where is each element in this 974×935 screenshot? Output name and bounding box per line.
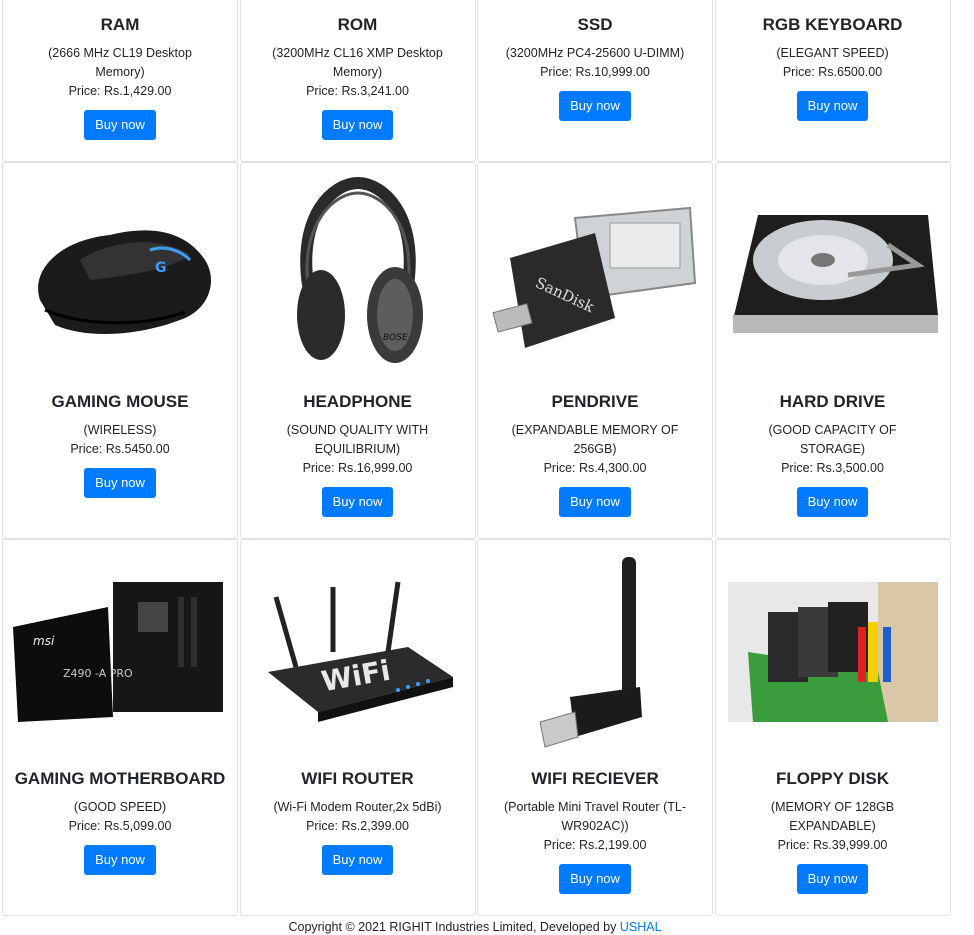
- product-card-gaming-mouse: G GAMING MOUSE (WIRELESS) Price: Rs.5450…: [2, 162, 238, 539]
- mouse-logo: G: [155, 260, 167, 276]
- product-price: Price: Rs.6500.00: [782, 65, 883, 79]
- product-row: RAM (2666 MHz CL19 Desktop Memory) Price…: [2, 0, 952, 162]
- product-card-gaming-motherboard: msi Z490 -A PRO GAMING MOTHERBOARD (GOOD…: [2, 539, 238, 916]
- headphone-image: BOSE: [241, 165, 475, 385]
- product-title: PENDRIVE: [551, 392, 639, 411]
- product-title: HARD DRIVE: [779, 392, 886, 411]
- product-price: Price: Rs.2,199.00: [543, 838, 647, 852]
- footer: Copyright © 2021 RIGHIT Industries Limit…: [0, 919, 950, 935]
- product-price: Price: Rs.39,999.00: [777, 838, 888, 852]
- product-title: RAM: [100, 15, 140, 34]
- product-price: Price: Rs.3,241.00: [306, 84, 409, 98]
- buy-now-button[interactable]: Buy now: [84, 845, 156, 875]
- buy-now-button[interactable]: Buy now: [84, 468, 156, 498]
- product-description: (ELEGANT SPEED): [776, 46, 889, 60]
- product-card-rom: ROM (3200MHz CL16 XMP Desktop Memory) Pr…: [239, 0, 476, 162]
- buy-now-button[interactable]: Buy now: [796, 91, 869, 121]
- product-title: SSD: [577, 15, 613, 34]
- product-title: WIFI ROUTER: [301, 769, 414, 788]
- product-description: (MEMORY OF 128GB EXPANDABLE): [770, 800, 895, 833]
- buy-now-button[interactable]: Buy now: [796, 864, 869, 894]
- hard-drive-image: [716, 165, 950, 385]
- product-title: HEADPHONE: [303, 392, 412, 411]
- product-row: G GAMING MOUSE (WIRELESS) Price: Rs.5450…: [2, 162, 952, 539]
- product-card-wifi-router: WiFi WIFI ROUTER (Wi-Fi Modem Router,2x …: [239, 539, 476, 916]
- buy-now-button[interactable]: Buy now: [559, 91, 631, 121]
- product-title: GAMING MOTHERBOARD: [14, 769, 226, 788]
- buy-now-button[interactable]: Buy now: [559, 864, 631, 894]
- motherboard-brand-logo: msi: [33, 634, 55, 648]
- product-title: FLOPPY DISK: [775, 769, 890, 788]
- buy-now-button[interactable]: Buy now: [321, 487, 394, 517]
- product-description: (Wi-Fi Modem Router,2x 5dBi): [273, 800, 442, 814]
- product-description: (Portable Mini Travel Router (TL-WR902AC…: [503, 800, 686, 833]
- footer-author-link[interactable]: USHAL: [620, 920, 662, 934]
- product-title: GAMING MOUSE: [51, 392, 189, 411]
- product-price: Price: Rs.3,500.00: [781, 461, 884, 475]
- product-card-headphone: BOSE HEADPHONE (SOUND QUALITY WITH EQUIL…: [239, 162, 476, 539]
- product-title: ROM: [337, 15, 378, 34]
- product-card-ram: RAM (2666 MHz CL19 Desktop Memory) Price…: [2, 0, 238, 162]
- product-row: msi Z490 -A PRO GAMING MOTHERBOARD (GOOD…: [2, 539, 952, 916]
- buy-now-button[interactable]: Buy now: [559, 487, 631, 517]
- pendrive-image: SanDisk: [478, 165, 712, 385]
- product-price: Price: Rs.4,300.00: [543, 461, 647, 475]
- product-description: (EXPANDABLE MEMORY OF 256GB): [511, 423, 679, 456]
- footer-copyright: Copyright © 2021 RIGHIT Industries Limit…: [288, 920, 620, 934]
- motherboard-image: msi Z490 -A PRO: [3, 542, 237, 762]
- gaming-mouse-image: G: [3, 165, 237, 385]
- product-price: Price: Rs.16,999.00: [302, 461, 413, 475]
- product-card-wifi-reciever: WIFI RECIEVER (Portable Mini Travel Rout…: [477, 539, 713, 916]
- product-description: (2666 MHz CL19 Desktop Memory): [48, 46, 192, 79]
- product-card-ssd: SSD (3200MHz PC4-25600 U-DIMM) Price: Rs…: [477, 0, 713, 162]
- buy-now-button[interactable]: Buy now: [321, 110, 394, 140]
- product-description: (WIRELESS): [83, 423, 157, 437]
- buy-now-button[interactable]: Buy now: [321, 845, 394, 875]
- product-description: (SOUND QUALITY WITH EQUILIBRIUM): [286, 423, 429, 456]
- product-description: (3200MHz PC4-25600 U-DIMM): [505, 46, 685, 60]
- product-card-floppy-disk: FLOPPY DISK (MEMORY OF 128GB EXPANDABLE)…: [714, 539, 951, 916]
- product-description: (GOOD SPEED): [73, 800, 167, 814]
- product-price: Price: Rs.2,399.00: [306, 819, 409, 833]
- product-title: WIFI RECIEVER: [531, 769, 659, 788]
- wifi-router-image: WiFi: [241, 542, 475, 762]
- product-card-pendrive: SanDisk PENDRIVE (EXPANDABLE MEMORY OF 2…: [477, 162, 713, 539]
- product-card-rgb-keyboard: RGB KEYBOARD (ELEGANT SPEED) Price: Rs.6…: [714, 0, 951, 162]
- product-price: Price: Rs.5,099.00: [68, 819, 172, 833]
- wifi-reciever-image: [478, 542, 712, 762]
- product-description: (3200MHz CL16 XMP Desktop Memory): [272, 46, 443, 79]
- product-price: Price: Rs.1,429.00: [68, 84, 172, 98]
- product-title: RGB KEYBOARD: [762, 15, 903, 34]
- product-description: (GOOD CAPACITY OF STORAGE): [768, 423, 897, 456]
- buy-now-button[interactable]: Buy now: [796, 487, 869, 517]
- product-price: Price: Rs.10,999.00: [540, 65, 650, 79]
- floppy-disk-image: [716, 542, 950, 762]
- motherboard-model-logo: Z490 -A PRO: [63, 667, 133, 680]
- headphone-logo: BOSE: [383, 333, 408, 343]
- product-card-hard-drive: HARD DRIVE (GOOD CAPACITY OF STORAGE) Pr…: [714, 162, 951, 539]
- buy-now-button[interactable]: Buy now: [84, 110, 156, 140]
- product-grid: RAM (2666 MHz CL19 Desktop Memory) Price…: [2, 0, 952, 916]
- product-price: Price: Rs.5450.00: [70, 442, 170, 456]
